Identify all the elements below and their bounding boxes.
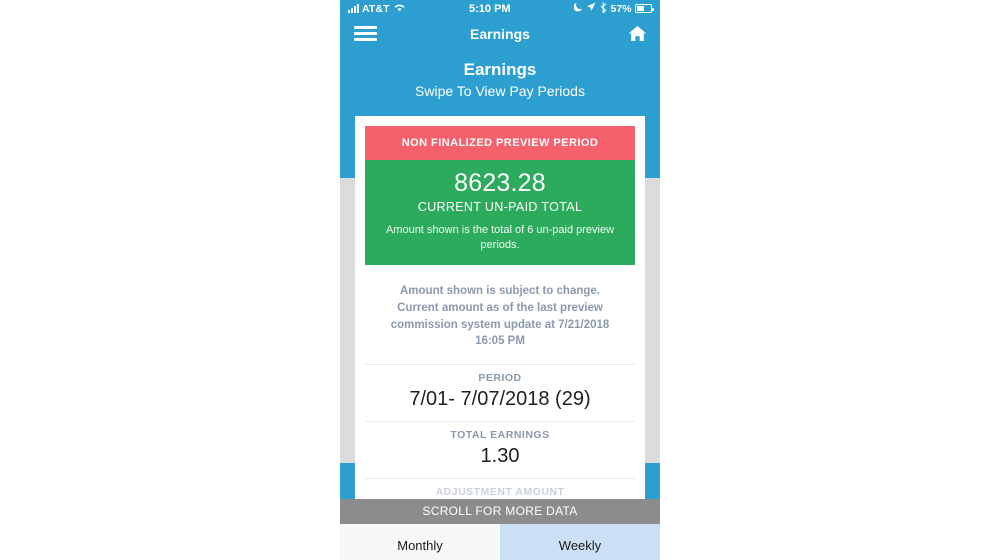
- app-nav-bar: Earnings: [340, 17, 660, 50]
- hero-title: Earnings: [463, 60, 537, 79]
- wifi-icon: [393, 2, 406, 15]
- do-not-disturb-moon-icon: [573, 2, 583, 15]
- detail-row-value: 1.30: [480, 445, 520, 468]
- status-bar: AT&T 5:10 PM 57%: [340, 0, 660, 17]
- unpaid-total-label: CURRENT UN-PAID TOTAL: [417, 199, 583, 214]
- detail-row-label: TOTAL EARNINGS: [450, 429, 550, 442]
- period-tabs: Monthly Weekly: [340, 524, 660, 560]
- status-bar-right: 57%: [573, 1, 654, 16]
- unpaid-total-note: Amount shown is the total of 6 un-paid p…: [385, 223, 615, 251]
- location-arrow-icon: [586, 2, 596, 15]
- hero-header: Earnings Swipe To View Pay Periods: [340, 50, 660, 116]
- bluetooth-icon: [600, 1, 607, 16]
- tab-monthly[interactable]: Monthly: [340, 524, 500, 560]
- phone-screen: AT&T 5:10 PM 57% Earnings Earnings Swipe…: [340, 0, 660, 560]
- home-icon[interactable]: [628, 25, 647, 42]
- unpaid-total-amount: 8623.28: [454, 168, 546, 197]
- pay-period-carousel[interactable]: NON FINALIZED PREVIEW PERIOD 8623.28 CUR…: [340, 115, 660, 500]
- unpaid-total-panel: 8623.28 CURRENT UN-PAID TOTAL Amount sho…: [365, 159, 635, 266]
- next-card-edge[interactable]: [644, 177, 660, 463]
- previous-card-edge[interactable]: [340, 177, 356, 463]
- disclaimer-text: Amount shown is subject to change. Curre…: [390, 285, 610, 348]
- signal-bars-icon: [348, 4, 359, 13]
- screenshot-canvas: AT&T 5:10 PM 57% Earnings Earnings Swipe…: [0, 0, 1000, 560]
- nav-title: Earnings: [470, 25, 530, 42]
- carrier-label: AT&T: [362, 2, 390, 15]
- status-bar-left: AT&T: [348, 2, 406, 15]
- detail-row-total-earnings: TOTAL EARNINGS 1.30: [365, 421, 635, 478]
- detail-row-value: 7/01- 7/07/2018 (29): [409, 388, 591, 411]
- pay-period-card: NON FINALIZED PREVIEW PERIOD 8623.28 CUR…: [355, 115, 645, 500]
- hero-subtitle: Swipe To View Pay Periods: [415, 82, 585, 99]
- detail-row-label: PERIOD: [478, 372, 522, 385]
- detail-row-period: PERIOD 7/01- 7/07/2018 (29): [365, 364, 635, 421]
- detail-row-label: ADJUSTMENT AMOUNT: [435, 486, 565, 499]
- hamburger-menu-icon[interactable]: [354, 26, 377, 41]
- battery-icon: [635, 4, 654, 13]
- tab-weekly[interactable]: Weekly: [500, 524, 660, 560]
- status-badge: NON FINALIZED PREVIEW PERIOD: [365, 125, 635, 160]
- status-bar-clock: 5:10 PM: [469, 2, 511, 15]
- detail-row-clipped: ADJUSTMENT AMOUNT: [365, 478, 635, 499]
- scroll-hint-bar: SCROLL FOR MORE DATA: [340, 499, 660, 525]
- battery-percent-label: 57%: [610, 2, 632, 15]
